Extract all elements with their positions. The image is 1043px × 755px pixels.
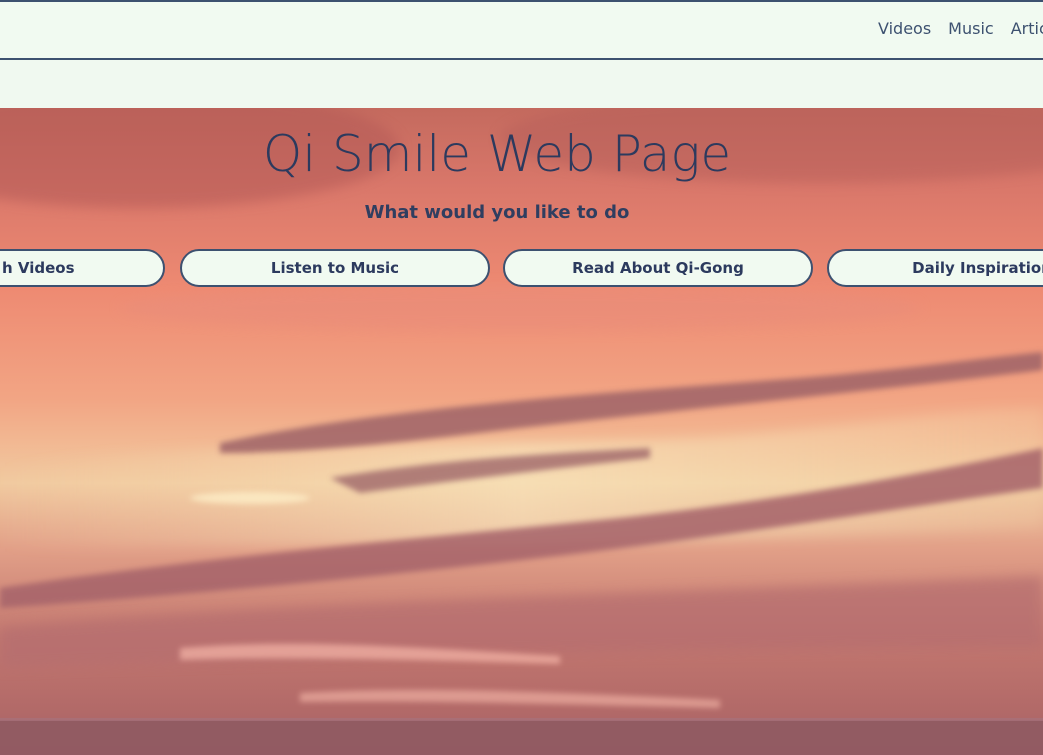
page: Videos Music Artic xyxy=(0,0,1043,755)
page-subtitle: What would you like to do xyxy=(364,202,630,223)
nav-link-videos[interactable]: Videos xyxy=(878,19,931,39)
nav-links: Videos Music Artic xyxy=(878,19,1043,39)
hero-section: Qi Smile Web Page What would you like to… xyxy=(0,108,1043,755)
read-about-qi-gong-button[interactable]: Read About Qi-Gong xyxy=(503,249,813,287)
daily-inspiration-button[interactable]: Daily Inspiration xyxy=(827,249,1043,287)
nav-link-articles[interactable]: Artic xyxy=(1011,19,1043,39)
nav-link-music[interactable]: Music xyxy=(948,19,994,39)
watch-videos-button[interactable]: h Videos xyxy=(0,249,165,287)
header-spacer xyxy=(0,60,1043,108)
page-title: Qi Smile Web Page xyxy=(262,125,732,183)
top-navbar: Videos Music Artic xyxy=(0,0,1043,60)
listen-to-music-button[interactable]: Listen to Music xyxy=(180,249,490,287)
